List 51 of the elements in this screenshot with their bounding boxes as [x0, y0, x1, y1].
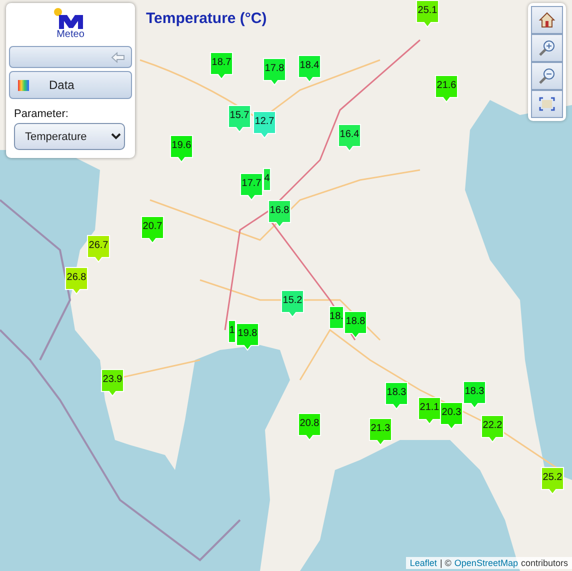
- data-button[interactable]: Data: [9, 71, 132, 99]
- fit-extent-button[interactable]: [531, 90, 563, 118]
- temperature-value: 26.8: [66, 272, 88, 283]
- temperature-value: 16.4: [338, 129, 360, 140]
- full-extent-icon: [539, 97, 555, 111]
- temperature-value: 15.2: [282, 295, 304, 306]
- marker-pin[interactable]: [228, 320, 236, 343]
- home-button[interactable]: [531, 6, 563, 34]
- temperature-value: 20.3: [440, 407, 462, 418]
- temperature-value: 21.1: [418, 402, 440, 413]
- house-icon: [538, 11, 556, 29]
- temperature-value: 20.7: [142, 221, 164, 232]
- zoom-in-button[interactable]: [531, 34, 563, 62]
- temperature-value: 1: [228, 325, 236, 336]
- color-scale-icon: [18, 80, 29, 90]
- temperature-value: 21.3: [370, 423, 392, 434]
- temperature-value: 15.7: [228, 110, 250, 121]
- temperature-value: 12.7: [254, 116, 276, 127]
- temperature-value: 19.6: [170, 140, 192, 151]
- zoom-out-button[interactable]: [531, 62, 563, 90]
- attribution-text: contributors: [520, 558, 568, 568]
- zoom-out-icon: [538, 67, 556, 85]
- temperature-value: 20.8: [298, 418, 320, 429]
- temperature-value: 25.1: [416, 5, 438, 16]
- parameter-select[interactable]: Temperature: [14, 123, 125, 150]
- temperature-value: 21.6: [436, 80, 458, 91]
- marker-pin[interactable]: [329, 306, 344, 329]
- temperature-value: 25.2: [542, 472, 564, 483]
- temperature-value: 4: [263, 173, 271, 184]
- temperature-value: 22.2: [482, 420, 504, 431]
- arrow-left-icon: [111, 52, 125, 62]
- temperature-value: 18.8: [344, 316, 366, 327]
- temperature-value: 17.7: [240, 178, 262, 189]
- temperature-value: 18.3: [386, 387, 408, 398]
- temperature-value: 18.3: [464, 386, 486, 397]
- temperature-value: 18.4: [298, 60, 320, 71]
- zoom-in-icon: [538, 39, 556, 57]
- temperature-value: 23.9: [102, 374, 124, 385]
- attribution-separator: | ©: [440, 558, 452, 568]
- parameter-label: Parameter:: [14, 108, 68, 120]
- marker-pin[interactable]: [263, 168, 271, 191]
- temperature-value: 18.7: [210, 57, 232, 68]
- map-title: Temperature (°C): [146, 10, 267, 27]
- temperature-value: 26.7: [88, 240, 110, 251]
- temperature-value: 18.: [329, 311, 344, 322]
- temperature-value: 19.8: [236, 328, 258, 339]
- temperature-value: 17.8: [264, 63, 286, 74]
- leaflet-link[interactable]: Leaflet: [410, 558, 437, 568]
- openstreetmap-link[interactable]: OpenStreetMap: [454, 558, 518, 568]
- logo-text: Meteo: [56, 29, 84, 40]
- temperature-value: 16.8: [268, 205, 290, 216]
